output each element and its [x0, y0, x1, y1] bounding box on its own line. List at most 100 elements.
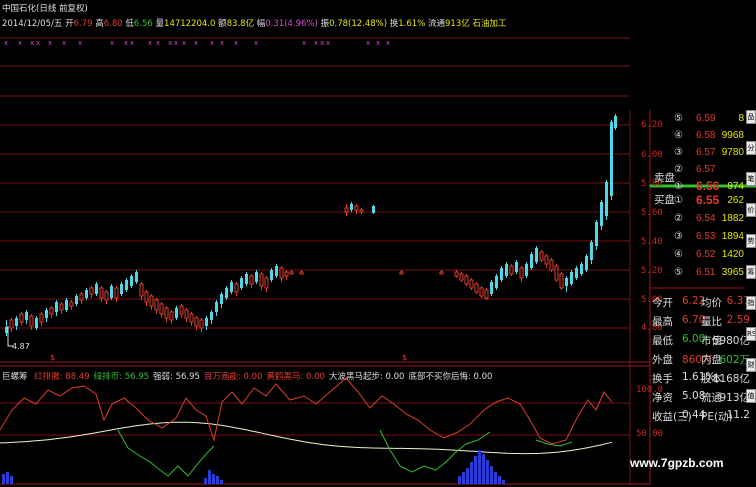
candle-body: [439, 271, 444, 275]
stat-row: 今开 6.22 均价 6.37: [652, 293, 750, 310]
signal-marker: x: [220, 39, 224, 47]
signal-bar: [498, 476, 501, 484]
candle-body: [139, 283, 144, 297]
signal-bar: [212, 474, 215, 484]
order-book-row[interactable]: ④ 6.52 1420: [652, 247, 744, 264]
signal-bar: [490, 466, 493, 484]
ask-label: 卖盘: [654, 172, 675, 184]
indicator-name[interactable]: 巨螺筹: [2, 372, 28, 382]
candle-body: [234, 283, 239, 293]
signal-marker: x: [320, 39, 324, 47]
signal-marker: x: [156, 39, 160, 47]
candle-body: [25, 312, 28, 320]
signal-marker: x: [30, 39, 34, 47]
candle-body: [225, 288, 228, 298]
candle-body: [595, 222, 598, 246]
candle-body: [359, 209, 364, 213]
candle-body: [372, 206, 375, 213]
order-price: 6.59: [696, 113, 716, 124]
candle-body: [299, 271, 304, 275]
order-book-row[interactable]: ② 6.54 1882: [652, 211, 744, 228]
candle-body: [464, 275, 469, 285]
red-line: [0, 377, 613, 445]
stock-title: 中国石化(日线 前复权): [2, 4, 88, 14]
indicator-item: 绿排币: 56.95: [93, 372, 150, 382]
order-book-row[interactable]: ⑤ 6.51 3965: [652, 265, 744, 282]
candle-body: [104, 291, 109, 301]
candle-body: [575, 268, 578, 278]
event-marker: $: [402, 353, 407, 362]
candle-body: [125, 280, 128, 290]
signal-bar: [204, 478, 207, 484]
candle-body: [215, 302, 218, 312]
indicator-item: 大波黑马起步: 0.00: [328, 372, 405, 382]
stat-row: 净资 5.08 流通 913亿: [652, 388, 750, 405]
signal-marker: x: [110, 39, 114, 47]
signal-marker: x: [78, 39, 82, 47]
event-marker: $: [50, 353, 55, 362]
signal-bar: [486, 460, 489, 484]
signal-marker: x: [48, 39, 52, 47]
side-tab-button[interactable]: 势: [746, 234, 756, 248]
level-icon: ②: [674, 164, 683, 175]
candle-body: [15, 318, 18, 326]
candle-body: [590, 242, 593, 260]
signal-marker: x: [124, 39, 128, 47]
side-tab-button[interactable]: 财: [746, 358, 756, 372]
candle-body: [210, 312, 213, 320]
side-tab-button[interactable]: RSI: [746, 327, 756, 341]
candle-body: [255, 272, 258, 282]
signal-marker: x: [194, 39, 198, 47]
signal-bar: [220, 480, 223, 484]
order-book-row[interactable]: ③ 6.57 9780: [652, 145, 744, 162]
signal-marker: x: [210, 39, 214, 47]
candle-body: [29, 315, 34, 327]
side-tab-button[interactable]: 筹: [746, 265, 756, 279]
side-tab-button[interactable]: 分: [746, 141, 756, 155]
signal-marker: x: [148, 39, 152, 47]
order-book-row[interactable]: ⑤ 6.59 8: [652, 111, 744, 128]
candle-body: [289, 271, 294, 275]
signal-marker: x: [18, 39, 22, 47]
candle-body: [179, 305, 184, 315]
candle-body: [95, 284, 98, 294]
side-tab-button[interactable]: 值: [746, 389, 756, 403]
candle-body: [509, 265, 514, 275]
candle-body: [35, 318, 38, 328]
candle-body: [45, 310, 48, 318]
order-price: 6.58: [696, 130, 716, 141]
candle-body: [220, 294, 223, 304]
order-book-row[interactable]: ③ 6.53 1894: [652, 229, 744, 246]
signal-marker: x: [302, 39, 306, 47]
signal-marker: x: [386, 39, 390, 47]
stat-label: 今开: [652, 297, 673, 309]
order-book-row[interactable]: ④ 6.58 9968: [652, 128, 744, 145]
side-tab-button[interactable]: 品: [746, 110, 756, 124]
candle-body: [495, 276, 498, 288]
side-tab-button[interactable]: 价: [746, 203, 756, 217]
candle-body: [570, 272, 573, 284]
level-icon: ①: [674, 195, 683, 206]
candle-body: [525, 264, 528, 276]
candle-body: [59, 303, 64, 311]
side-tab-button[interactable]: 笔: [746, 172, 756, 186]
candle-body: [580, 264, 583, 274]
price-info-bar: 2014/12/05/五 开6.79 高6.80 低6.56 量14712204…: [2, 19, 507, 29]
candle-body: [19, 313, 24, 323]
level-icon: ④: [674, 249, 683, 260]
candle-body: [65, 300, 68, 310]
order-volume: 8: [738, 113, 744, 124]
candle-body: [175, 308, 178, 318]
candle-body: [544, 255, 549, 265]
side-tab-button[interactable]: 指: [746, 296, 756, 310]
indicator-item: 红排撤: 88.49: [34, 372, 90, 382]
candle-body: [454, 271, 459, 277]
order-volume: 9968: [721, 130, 744, 141]
level-icon: ④: [674, 130, 683, 141]
candle-body: [85, 290, 88, 298]
signal-marker: x: [168, 39, 172, 47]
stat-label: 最低: [652, 335, 673, 347]
candle-body: [159, 303, 164, 315]
stat-row: 最低 6.00 市值 5980亿: [652, 331, 750, 348]
signal-marker: x: [366, 39, 370, 47]
